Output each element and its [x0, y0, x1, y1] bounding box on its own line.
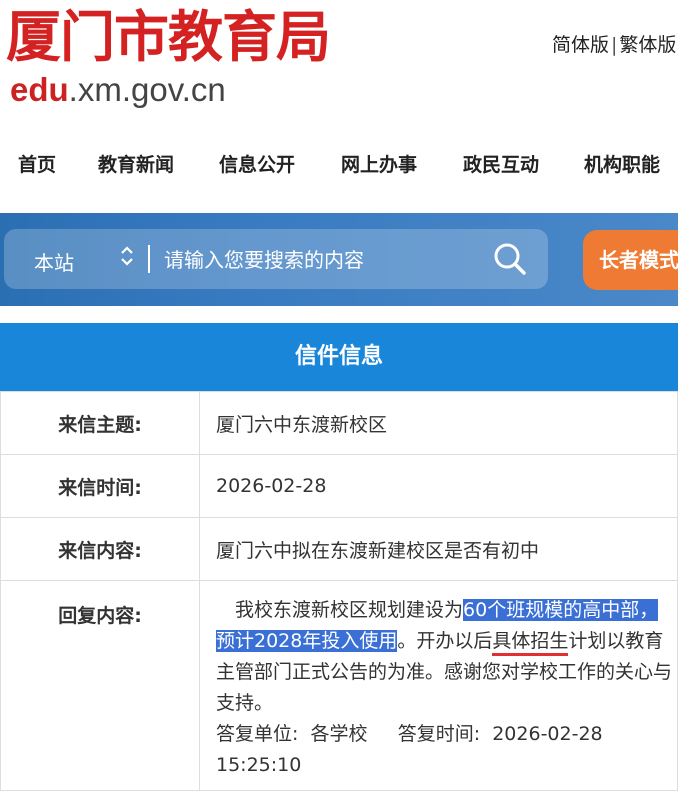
language-switcher: 简体版 | 繁体版 — [552, 30, 676, 57]
site-header: 厦门市教育局 edu.xm.gov.cn 简体版 | 繁体版 首页 教育新闻 信息公… — [0, 0, 678, 213]
reply-time-label: 答复时间: — [397, 723, 481, 745]
reply-underline: 具体招生 — [492, 630, 569, 656]
lang-simplified-link[interactable]: 简体版 — [552, 34, 609, 56]
elder-mode-button[interactable]: 长者模式 — [583, 230, 678, 290]
reply-signature: 答复单位: 各学校 答复时间: 2026-02-28 15:25:10 — [216, 719, 677, 781]
main-nav: 首页 教育新闻 信息公开 网上办事 政民互动 机构职能 — [0, 150, 678, 182]
reply-unit: 各学校 — [310, 723, 368, 745]
reply-part1: 我校东渡新校区规划建设为 — [235, 599, 464, 621]
search-icon[interactable] — [492, 241, 528, 277]
subject-value: 厦门六中东渡新校区 — [199, 391, 678, 455]
nav-item-functions[interactable]: 机构职能 — [584, 150, 660, 177]
search-box: 本站 — [4, 229, 548, 289]
updown-arrow-icon[interactable] — [120, 245, 134, 273]
domain-rest: .xm.gov.cn — [68, 71, 226, 108]
content-value: 厦门六中拟在东渡新建校区是否有初中 — [199, 517, 678, 581]
nav-item-online-services[interactable]: 网上办事 — [341, 150, 417, 177]
search-scope-select[interactable]: 本站 — [34, 247, 74, 276]
reply-unit-label: 答复单位: — [216, 723, 299, 745]
table-row: 回复内容: 我校东渡新校区规划建设为60个班规模的高中部，预计2028年投入使用… — [0, 580, 678, 791]
search-bar: 本站 长者模式 — [0, 213, 678, 306]
letter-table: 来信主题: 厦门六中东渡新校区 来信时间: 2026-02-28 来信内容: 厦… — [0, 391, 678, 791]
nav-item-disclosure[interactable]: 信息公开 — [219, 150, 295, 177]
time-value: 2026-02-28 — [199, 454, 678, 518]
table-row: 来信时间: 2026-02-28 — [0, 454, 678, 518]
reply-part2: 。开办以后 — [397, 630, 493, 652]
search-input[interactable] — [162, 243, 486, 277]
reply-content: 我校东渡新校区规划建设为60个班规模的高中部，预计2028年投入使用。开办以后具… — [199, 580, 678, 791]
table-row: 来信内容: 厦门六中拟在东渡新建校区是否有初中 — [0, 517, 678, 581]
search-divider — [148, 245, 150, 273]
subject-label: 来信主题: — [0, 391, 200, 455]
domain-red: edu — [10, 71, 69, 108]
time-label: 来信时间: — [0, 454, 200, 518]
table-row: 来信主题: 厦门六中东渡新校区 — [0, 391, 678, 455]
reply-label: 回复内容: — [0, 580, 200, 791]
nav-item-home[interactable]: 首页 — [18, 150, 56, 177]
reply-text: 我校东渡新校区规划建设为60个班规模的高中部，预计2028年投入使用。开办以后具… — [216, 595, 677, 719]
content-label: 来信内容: — [0, 517, 200, 581]
lang-traditional-link[interactable]: 繁体版 — [619, 34, 676, 56]
nav-item-interaction[interactable]: 政民互动 — [463, 150, 539, 177]
site-domain: edu.xm.gov.cn — [10, 68, 226, 112]
section-title: 信件信息 — [0, 323, 678, 391]
site-logo[interactable]: 厦门市教育局 — [6, 2, 331, 72]
lang-separator: | — [611, 34, 618, 56]
nav-item-news[interactable]: 教育新闻 — [98, 150, 174, 177]
